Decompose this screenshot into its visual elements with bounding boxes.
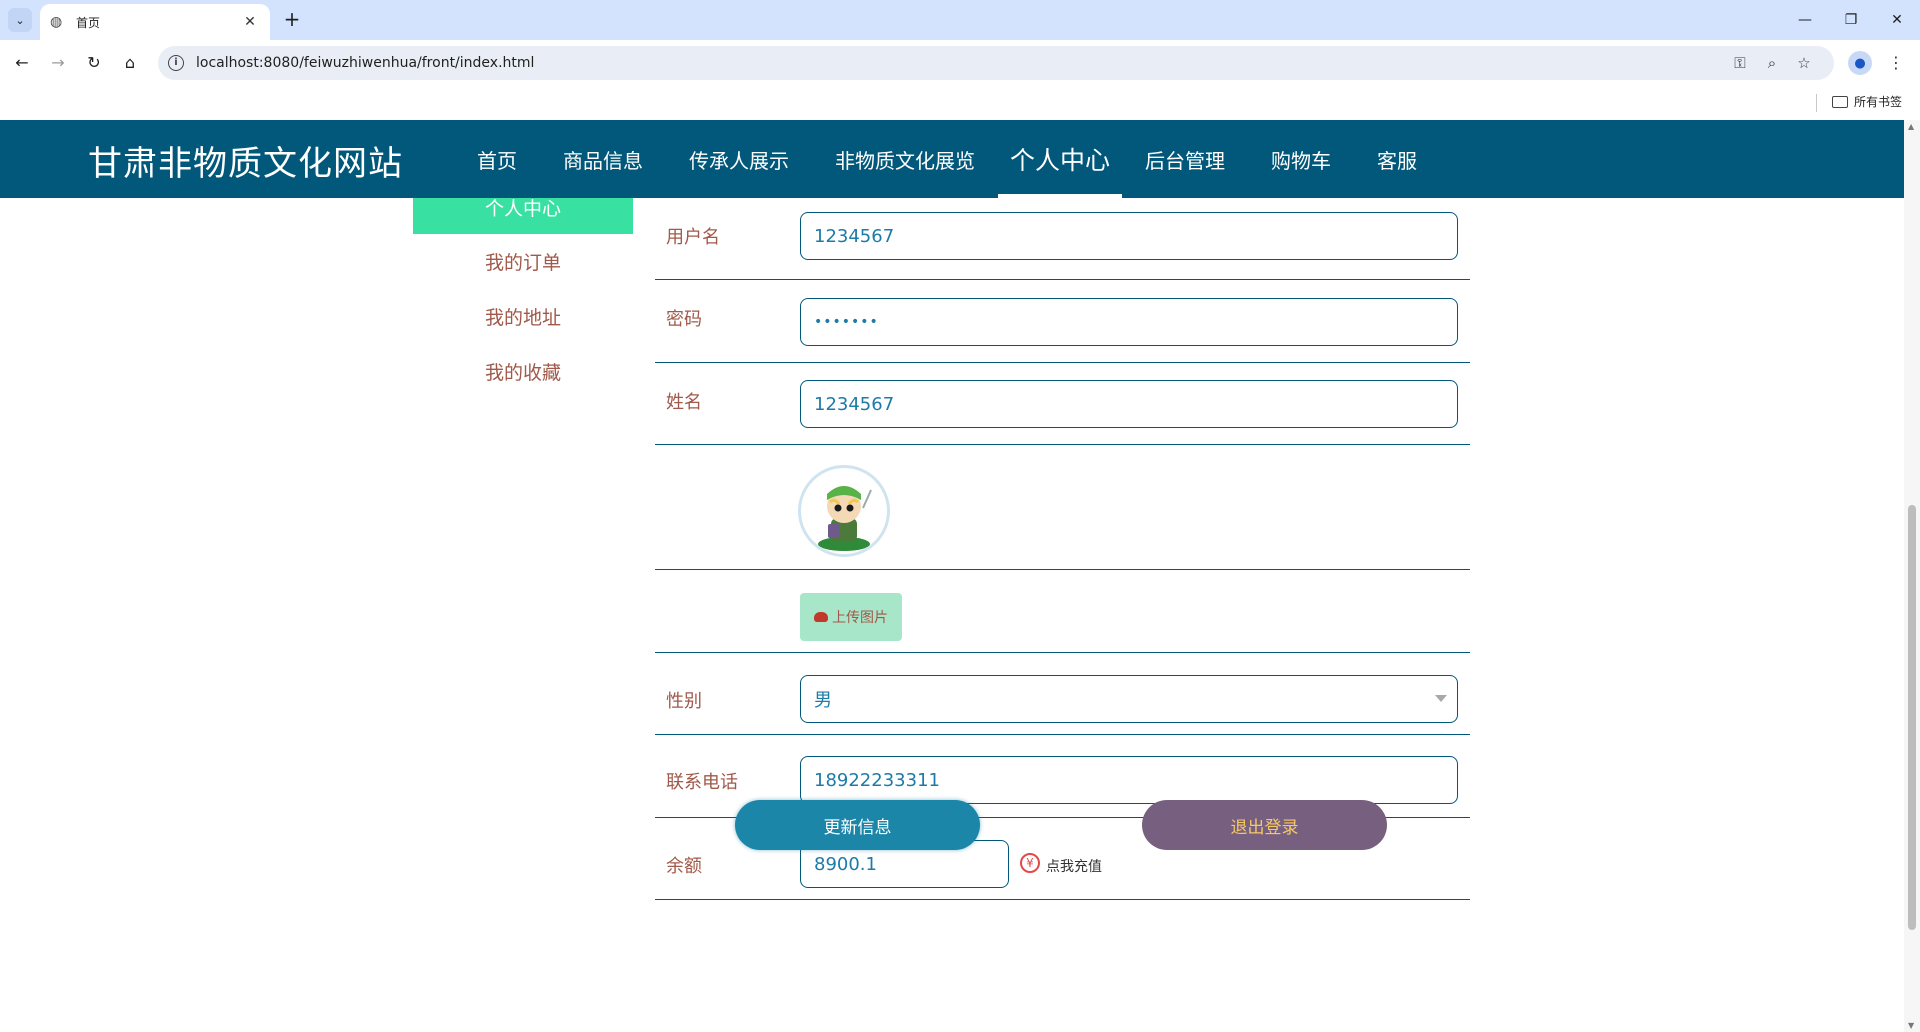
balance-value: 8900.1 [814,853,877,875]
gender-select[interactable]: 男 [800,675,1458,723]
zoom-icon[interactable]: ⌕ [1756,54,1788,72]
bookmarks-separator [1816,94,1817,112]
site-title: 甘肃非物质文化网站 [88,144,403,184]
password-input[interactable]: ••••••• [800,298,1458,346]
nav-home[interactable]: 首页 [454,120,540,198]
scroll-down-icon[interactable]: ▼ [1908,1021,1914,1030]
row-avatar [655,445,1470,570]
forward-icon[interactable]: → [46,51,70,75]
nav-exhibition[interactable]: 非物质文化展览 [812,120,998,198]
scroll-thumb[interactable] [1908,505,1916,930]
tab-search-icon[interactable]: ⌄ [8,8,32,32]
side-item-favorites[interactable]: 我的收藏 [413,344,633,399]
phone-input[interactable]: 18922233311 [800,756,1458,804]
browser-toolbar: ← → ↻ ⌂ i localhost:8080/feiwuzhiwenhua/… [0,40,1920,86]
username-input[interactable]: 1234567 [800,212,1458,260]
tab-close-icon[interactable]: ✕ [240,14,260,30]
minimize-icon[interactable]: — [1782,0,1828,40]
all-bookmarks-label: 所有书签 [1854,95,1903,109]
name-value: 1234567 [814,393,895,415]
row-upload: 上传图片 [655,570,1470,653]
password-label: 密码 [666,309,702,330]
gender-value: 男 [814,690,832,711]
all-bookmarks[interactable]: 所有书签 [1832,93,1902,110]
site-header: 甘肃非物质文化网站 首页 商品信息 传承人展示 非物质文化展览 个人中心 后台管… [0,120,1904,198]
side-item-orders[interactable]: 我的订单 [413,234,633,289]
profile-form: 用户名 1234567 密码 ••••••• 姓名 1234567 上传图片 性… [655,198,1470,900]
yen-icon[interactable]: ¥ [1020,853,1040,873]
nav-inheritors[interactable]: 传承人展示 [666,120,812,198]
site-nav: 首页 商品信息 传承人展示 非物质文化展览 个人中心 后台管理 购物车 客服 [454,120,1440,198]
nav-admin[interactable]: 后台管理 [1122,120,1248,198]
password-value: ••••••• [814,314,879,330]
nav-service[interactable]: 客服 [1354,120,1440,198]
address-bar[interactable]: i localhost:8080/feiwuzhiwenhua/front/in… [158,46,1834,80]
back-icon[interactable]: ← [10,51,34,75]
nav-personal-center[interactable]: 个人中心 [998,120,1123,198]
cloud-upload-icon [814,612,828,622]
nav-products[interactable]: 商品信息 [540,120,666,198]
bookmark-star-icon[interactable]: ☆ [1788,54,1820,72]
browser-tab-bar: ⌄ ◍ 首页 ✕ + — ❐ ✕ [0,0,1920,40]
logout-button[interactable]: 退出登录 [1142,800,1387,850]
reload-icon[interactable]: ↻ [82,51,106,75]
side-item-addresses[interactable]: 我的地址 [413,289,633,344]
globe-icon: ◍ [50,14,63,30]
bookmarks-bar: 所有书签 [0,86,1920,120]
site-info-icon[interactable]: i [168,55,184,71]
close-window-icon[interactable]: ✕ [1874,0,1920,40]
avatar[interactable] [798,465,890,557]
row-password: 密码 ••••••• [655,280,1470,363]
recharge-link[interactable]: 点我充值 [1046,856,1102,876]
upload-image-button[interactable]: 上传图片 [800,593,902,641]
balance-label: 余额 [666,856,702,877]
upload-label: 上传图片 [832,610,888,626]
tab-title: 首页 [76,15,101,30]
password-key-icon[interactable]: ⚿ [1724,54,1756,72]
row-name: 姓名 1234567 [655,363,1470,445]
page-scrollbar[interactable]: ▲ ▼ [1904,120,1920,1032]
username-label: 用户名 [666,227,720,248]
chevron-down-icon [1435,695,1447,702]
folder-icon [1832,95,1848,108]
home-icon[interactable]: ⌂ [118,51,142,75]
name-label: 姓名 [666,392,702,413]
row-gender: 性别 男 [655,653,1470,735]
name-input[interactable]: 1234567 [800,380,1458,428]
phone-label: 联系电话 [666,772,738,793]
url-text[interactable]: localhost:8080/feiwuzhiwenhua/front/inde… [196,55,1724,71]
window-controls: — ❐ ✕ [1782,0,1920,40]
phone-value: 18922233311 [814,769,940,791]
browser-tab[interactable]: ◍ 首页 ✕ [40,4,270,40]
gender-label: 性别 [666,691,702,712]
profile-icon[interactable]: ● [1848,51,1872,75]
page-viewport: 甘肃非物质文化网站 首页 商品信息 传承人展示 非物质文化展览 个人中心 后台管… [0,120,1920,1032]
action-buttons: 更新信息 退出登录 [0,800,1904,850]
nav-cart[interactable]: 购物车 [1248,120,1354,198]
username-value: 1234567 [814,225,895,247]
browser-menu-icon[interactable]: ⋮ [1884,51,1908,75]
avatar-illustration [818,486,872,551]
restore-icon[interactable]: ❐ [1828,0,1874,40]
update-info-button[interactable]: 更新信息 [735,800,980,850]
row-username: 用户名 1234567 [655,198,1470,280]
side-menu: 个人中心 我的订单 我的地址 我的收藏 [413,180,633,399]
scroll-up-icon[interactable]: ▲ [1908,122,1914,131]
new-tab-icon[interactable]: + [280,8,304,32]
